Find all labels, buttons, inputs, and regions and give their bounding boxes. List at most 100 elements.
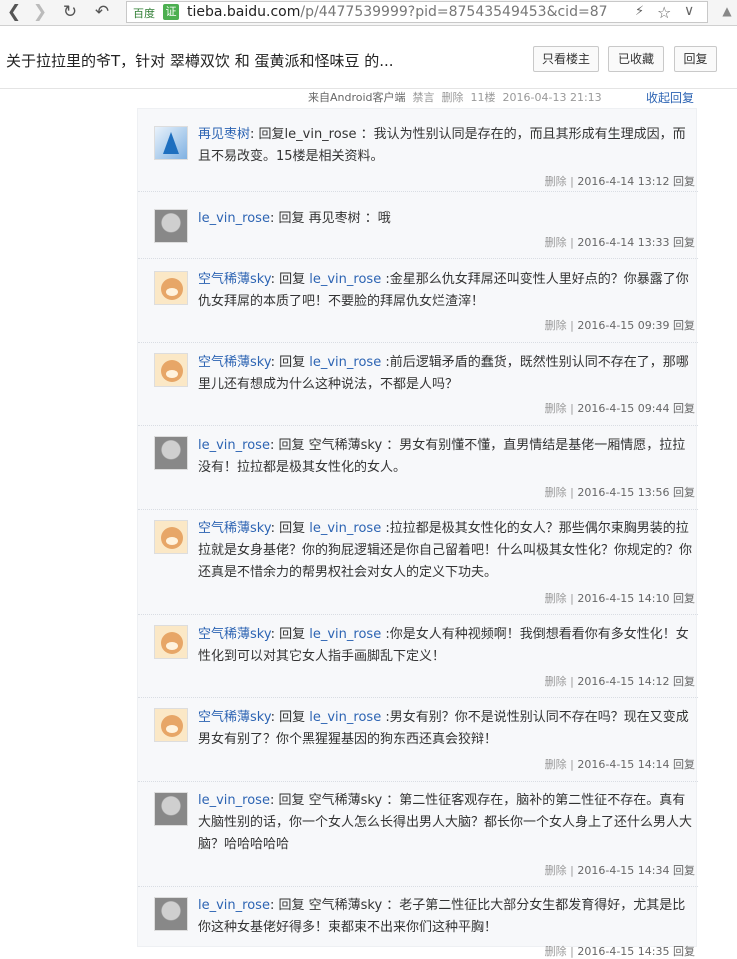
reply-username[interactable]: 空气稀薄sky — [198, 710, 271, 725]
reply-username[interactable]: le_vin_rose — [198, 438, 270, 453]
avatar[interactable] — [154, 708, 188, 742]
reply-prefix: : 回复 — [270, 355, 310, 370]
dropdown-icon[interactable]: ∨ — [684, 3, 694, 19]
reply-target: le_vin_rose — [284, 127, 357, 142]
reply-item: le_vin_rose: 回复 空气稀薄sky ：老子第二性征比大部分女生都发育… — [138, 887, 698, 958]
scroll-up-arrow-icon[interactable]: ▲ — [719, 4, 735, 20]
reply-delete-link[interactable]: 删除 — [545, 592, 567, 605]
reply-item: le_vin_rose: 回复 空气稀薄sky ：第二性征客观存在，脑补的第二性… — [138, 782, 698, 887]
reply-username[interactable]: 再见枣树 — [198, 127, 250, 142]
reply-item: 空气稀薄sky: 回复 le_vin_rose :拉拉都是极其女性化的女人？那些… — [138, 510, 698, 615]
reply-prefix: : 回复 — [270, 627, 310, 642]
bookmark-star-icon[interactable]: ☆ — [657, 3, 671, 22]
reply-username[interactable]: 空气稀薄sky — [198, 627, 271, 642]
forward-icon[interactable]: ❯ — [30, 2, 50, 22]
reply-target[interactable]: le_vin_rose — [309, 355, 381, 370]
reply-delete-link[interactable]: 删除 — [545, 486, 567, 499]
reply-prefix: : 回复 — [269, 438, 305, 453]
reply-target[interactable]: le_vin_rose — [309, 627, 381, 642]
collapse-replies-link[interactable]: 收起回复 — [646, 89, 694, 106]
only-op-button[interactable]: 只看楼主 — [533, 46, 599, 72]
reply-prefix: : 回复 — [269, 211, 305, 226]
reply-time: 2016-4-15 14:34 — [577, 864, 670, 877]
reply-delete-link[interactable]: 删除 — [545, 236, 567, 249]
reply-item: 空气稀薄sky: 回复 le_vin_rose :金星那么仇女拜屌还叫变性人里好… — [138, 259, 698, 343]
reply-prefix: : 回复 — [270, 710, 310, 725]
avatar[interactable] — [154, 625, 188, 659]
reply-meta: 删除 | 2016-4-14 13:12 回复 — [545, 173, 695, 189]
reply-reply-link[interactable]: 回复 — [673, 592, 695, 605]
reply-meta: 删除 | 2016-4-15 14:14 回复 — [545, 756, 695, 772]
meta-separator: | — [570, 864, 574, 877]
reply-meta: 删除 | 2016-4-15 14:10 回复 — [545, 590, 695, 606]
floor-time: 2016-04-13 21:13 — [502, 91, 602, 104]
reply-delete-link[interactable]: 删除 — [545, 864, 567, 877]
reply-username[interactable]: le_vin_rose — [198, 898, 270, 913]
reply-content: le_vin_rose: 回复 空气稀薄sky ：老子第二性征比大部分女生都发育… — [198, 895, 693, 939]
url-path: /p/4477539999?pid=87543549453&cid=87 — [300, 4, 608, 20]
reply-time: 2016-4-15 09:39 — [577, 319, 670, 332]
reply-target[interactable]: le_vin_rose — [309, 272, 381, 287]
reply-username[interactable]: le_vin_rose — [198, 793, 270, 808]
avatar[interactable] — [154, 353, 188, 387]
avatar[interactable] — [154, 271, 188, 305]
avatar[interactable] — [154, 209, 188, 243]
url-host: tieba.baidu.com — [187, 4, 301, 20]
thread-title: 关于拉拉里的爷T，针对 翠樽双饮 和 蛋黄派和怪味豆 的... — [6, 52, 394, 70]
reply-reply-link[interactable]: 回复 — [673, 758, 695, 771]
reply-reply-link[interactable]: 回复 — [673, 486, 695, 499]
reply-delete-link[interactable]: 删除 — [545, 319, 567, 332]
reply-content: 空气稀薄sky: 回复 le_vin_rose :金星那么仇女拜屌还叫变性人里好… — [198, 269, 693, 313]
site-badge: 百度 — [133, 7, 155, 20]
meta-separator: | — [570, 592, 574, 605]
reply-delete-link[interactable]: 删除 — [545, 675, 567, 688]
reply-time: 2016-4-15 14:14 — [577, 758, 670, 771]
ban-link[interactable]: 禁言 — [413, 91, 435, 104]
back-icon[interactable]: ❮ — [4, 2, 24, 22]
reply-reply-link[interactable]: 回复 — [673, 175, 695, 188]
browser-toolbar: ❮ ❯ ↻ ↶ 百度 证 tieba.baidu.com/p/447753999… — [0, 0, 737, 26]
reply-content: 空气稀薄sky: 回复 le_vin_rose :前后逻辑矛盾的蠢货，既然性别认… — [198, 352, 693, 396]
address-bar[interactable]: 百度 证 tieba.baidu.com/p/4477539999?pid=87… — [126, 1, 708, 23]
lightning-icon[interactable]: ⚡ — [635, 4, 644, 19]
reply-item: le_vin_rose: 回复 再见枣树 ：哦 删除 | 2016-4-14 1… — [138, 192, 698, 259]
meta-separator: | — [570, 319, 574, 332]
avatar[interactable] — [154, 897, 188, 931]
reply-reply-link[interactable]: 回复 — [673, 402, 695, 415]
reply-username[interactable]: 空气稀薄sky — [198, 272, 271, 287]
reply-username[interactable]: le_vin_rose — [198, 211, 270, 226]
url-text: tieba.baidu.com/p/4477539999?pid=8754354… — [187, 4, 608, 20]
reply-content: 空气稀薄sky: 回复 le_vin_rose :拉拉都是极其女性化的女人？那些… — [198, 518, 693, 584]
avatar[interactable] — [154, 520, 188, 554]
reply-content: le_vin_rose: 回复 空气稀薄sky ：第二性征客观存在，脑补的第二性… — [198, 790, 693, 856]
refresh-icon[interactable]: ↻ — [60, 2, 80, 22]
meta-separator: | — [570, 675, 574, 688]
reply-target[interactable]: le_vin_rose — [309, 710, 381, 725]
reply-reply-link[interactable]: 回复 — [673, 236, 695, 249]
floor-meta: 来自Android客户端 禁言 删除 11楼 2016-04-13 21:13 — [308, 89, 609, 105]
meta-separator: | — [570, 758, 574, 771]
reply-reply-link[interactable]: 回复 — [673, 319, 695, 332]
certificate-icon[interactable]: 证 — [163, 4, 179, 20]
floor-delete-link[interactable]: 删除 — [442, 91, 464, 104]
reply-username[interactable]: 空气稀薄sky — [198, 521, 271, 536]
reply-reply-link[interactable]: 回复 — [673, 675, 695, 688]
reply-prefix: : 回复 — [269, 898, 305, 913]
reply-time: 2016-4-14 13:33 — [577, 236, 670, 249]
reply-username[interactable]: 空气稀薄sky — [198, 355, 271, 370]
reply-delete-link[interactable]: 删除 — [545, 402, 567, 415]
reply-target[interactable]: le_vin_rose — [309, 521, 381, 536]
avatar[interactable] — [154, 436, 188, 470]
undo-icon[interactable]: ↶ — [92, 2, 112, 22]
avatar[interactable] — [154, 792, 188, 826]
favorited-button[interactable]: 已收藏 — [608, 46, 664, 72]
reply-body: 再见枣树 ：哦 — [304, 211, 391, 226]
reply-delete-link[interactable]: 删除 — [545, 758, 567, 771]
avatar[interactable] — [154, 126, 188, 160]
floor-number: 11楼 — [470, 91, 496, 104]
reply-reply-link[interactable]: 回复 — [673, 864, 695, 877]
reply-time: 2016-4-14 13:12 — [577, 175, 670, 188]
reply-button[interactable]: 回复 — [674, 46, 717, 72]
reply-delete-link[interactable]: 删除 — [545, 175, 567, 188]
client-source[interactable]: 来自Android客户端 — [308, 91, 406, 104]
